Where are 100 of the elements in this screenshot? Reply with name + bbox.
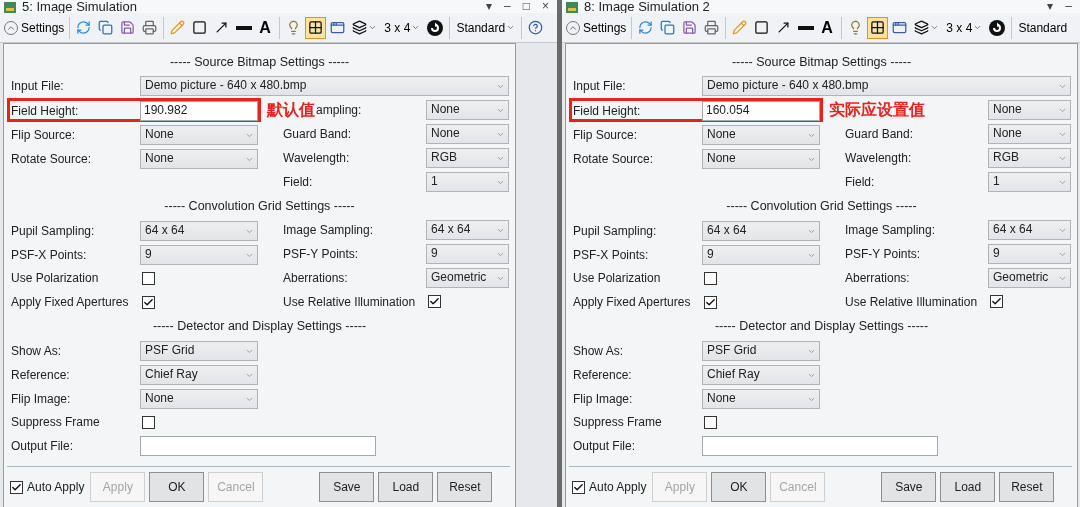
field-label: Input File:: [11, 79, 65, 93]
checkbox[interactable]: [990, 294, 1003, 308]
file-dropdown[interactable]: Demo picture - 640 x 480.bmp: [140, 76, 509, 96]
caret-icon: [1058, 130, 1067, 139]
dropdown[interactable]: None: [140, 389, 258, 409]
caret-icon: [496, 274, 505, 283]
dropdown[interactable]: None: [426, 124, 509, 144]
grid-button[interactable]: [305, 16, 327, 39]
copy-icon: [660, 20, 676, 35]
window-control[interactable]: –: [1065, 0, 1072, 13]
dropdown[interactable]: 64 x 64: [988, 220, 1071, 240]
rectangle-icon: [754, 20, 770, 35]
dropdown[interactable]: RGB: [426, 148, 509, 168]
dropdown[interactable]: None: [140, 149, 258, 169]
dialog-button[interactable]: Save: [319, 472, 375, 502]
checkbox[interactable]: [142, 271, 155, 285]
dropdown[interactable]: 9: [140, 245, 258, 265]
file-dropdown[interactable]: Demo picture - 640 x 480.bmp: [702, 76, 1071, 96]
dropdown[interactable]: None: [140, 125, 258, 145]
checkbox[interactable]: [572, 480, 585, 494]
field-label: ampling:: [316, 103, 362, 117]
caret-icon: [506, 23, 516, 32]
field-label: Field:: [283, 175, 313, 189]
dropdown[interactable]: 9: [988, 244, 1071, 264]
dropdown[interactable]: Chief Ray: [140, 365, 258, 385]
window-control[interactable]: ▾: [1047, 0, 1054, 13]
dropdown[interactable]: 9: [702, 245, 820, 265]
checkbox[interactable]: [10, 480, 23, 494]
dropdown[interactable]: 64 x 64: [702, 221, 820, 241]
field-label: Suppress Frame: [11, 415, 101, 429]
menu-button[interactable]: Standard: [453, 16, 519, 39]
menu-button[interactable]: 3 x 4: [381, 16, 424, 39]
field-label: Image Sampling:: [845, 223, 936, 237]
dropdown[interactable]: None: [702, 125, 820, 145]
dialog-button[interactable]: OK: [711, 472, 767, 502]
dropdown[interactable]: Chief Ray: [702, 365, 820, 385]
field-label: Use Polarization: [573, 271, 662, 285]
dropdown[interactable]: 1: [988, 172, 1071, 192]
dropdown[interactable]: None: [988, 100, 1071, 120]
print-icon: [704, 20, 720, 35]
caret-icon: [807, 251, 816, 260]
dialog-button[interactable]: OK: [149, 472, 205, 502]
caret-icon: [496, 130, 505, 139]
section-title: ----- Convolution Grid Settings -----: [163, 198, 356, 215]
dropdown[interactable]: None: [702, 389, 820, 409]
dropdown[interactable]: None: [702, 149, 820, 169]
text-tool-button[interactable]: A: [256, 16, 277, 39]
field-label: Flip Source:: [573, 128, 639, 142]
caret-icon: [1058, 274, 1067, 283]
dropdown[interactable]: Geometric: [426, 268, 509, 288]
checkbox[interactable]: [704, 415, 717, 429]
window-control[interactable]: ×: [542, 0, 549, 13]
windows-icon: [330, 20, 346, 35]
caret-icon: [496, 226, 505, 235]
settings-button[interactable]: Settings: [566, 20, 629, 35]
dialog-button[interactable]: Reset: [999, 472, 1055, 502]
dropdown[interactable]: Geometric: [988, 268, 1071, 288]
dialog-button[interactable]: Load: [940, 472, 996, 502]
dialog-button[interactable]: Save: [881, 472, 937, 502]
dropdown[interactable]: PSF Grid: [702, 341, 820, 361]
window-control[interactable]: □: [522, 0, 530, 13]
field-label: Use Relative Illumination: [845, 295, 978, 309]
text-field[interactable]: 160.054: [702, 101, 820, 121]
window-control[interactable]: –: [504, 0, 511, 13]
dropdown[interactable]: 9: [426, 244, 509, 264]
file-field[interactable]: [140, 436, 376, 456]
print-icon: [142, 20, 158, 35]
dropdown[interactable]: RGB: [988, 148, 1071, 168]
checkbox-label: Auto Apply: [589, 480, 647, 494]
field-label: Use Polarization: [11, 271, 100, 285]
dialog-button[interactable]: Load: [378, 472, 434, 502]
caret-icon: [1058, 82, 1067, 91]
dialog-button[interactable]: Reset: [437, 472, 493, 502]
caret-icon: [245, 395, 254, 404]
text-tool-button[interactable]: A: [818, 16, 839, 39]
checkbox[interactable]: [704, 271, 717, 285]
text-field[interactable]: 190.982: [140, 101, 258, 121]
menu-button[interactable]: 3 x 4: [943, 16, 986, 39]
menu-button[interactable]: Standard: [1015, 16, 1071, 39]
field-label: Pupil Sampling:: [11, 224, 96, 238]
checkbox[interactable]: [428, 294, 441, 308]
dropdown[interactable]: PSF Grid: [140, 341, 258, 361]
dropdown[interactable]: None: [426, 100, 509, 120]
grid-button[interactable]: [867, 16, 889, 39]
grid-icon: [870, 20, 886, 35]
field-label: PSF-Y Points:: [845, 247, 921, 261]
app-icon: [4, 2, 16, 13]
file-field[interactable]: [702, 436, 938, 456]
window-control[interactable]: ▾: [486, 0, 493, 13]
dropdown[interactable]: None: [988, 124, 1071, 144]
checkbox[interactable]: [142, 415, 155, 429]
field-label: Field Height:: [11, 104, 80, 118]
checkbox[interactable]: [704, 295, 717, 309]
checkbox[interactable]: [142, 295, 155, 309]
annotation-text: 实际应设置值: [829, 99, 925, 121]
field-label: Output File:: [573, 439, 637, 453]
dropdown[interactable]: 64 x 64: [426, 220, 509, 240]
dropdown[interactable]: 64 x 64: [140, 221, 258, 241]
settings-button[interactable]: Settings: [4, 20, 67, 35]
dropdown[interactable]: 1: [426, 172, 509, 192]
